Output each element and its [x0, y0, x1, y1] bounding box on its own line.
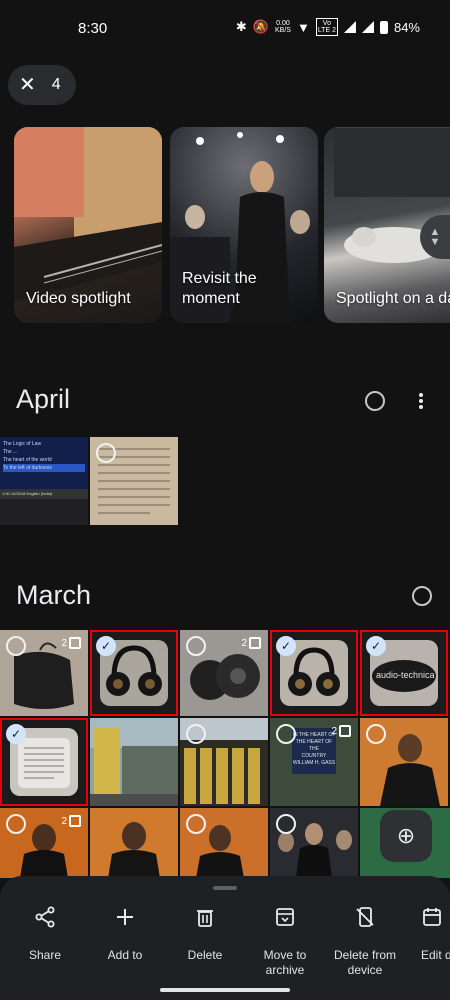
- stack-icon: [69, 637, 81, 649]
- select-checkbox[interactable]: [186, 814, 206, 834]
- add-to-button[interactable]: Add to: [85, 906, 165, 963]
- photo-tile[interactable]: IN THE HEART OF THE HEART OF THE COUNTRY WI…: [270, 718, 358, 806]
- action-label: Add to: [107, 948, 143, 962]
- checked-icon[interactable]: ✓: [6, 724, 26, 744]
- photo-tile-selected[interactable]: audio-technica ✓: [360, 630, 448, 716]
- section-title-april: April: [16, 384, 71, 414]
- section-title-march: March: [16, 580, 92, 610]
- stack-icon: [69, 815, 81, 827]
- photo-tile[interactable]: [90, 718, 178, 806]
- select-checkbox[interactable]: [276, 814, 296, 834]
- action-sheet: Share Add to Delete Move to archive Dele…: [0, 876, 450, 1000]
- close-icon[interactable]: ✕: [19, 75, 36, 95]
- memory-label: Revisit the moment: [182, 270, 257, 307]
- move-to-archive-button[interactable]: Move to archive: [245, 906, 325, 978]
- select-checkbox[interactable]: [6, 636, 26, 656]
- memory-label: Video spotlight: [26, 290, 131, 307]
- photo-tile[interactable]: [360, 718, 448, 806]
- bluetooth-icon: ✱: [235, 19, 247, 34]
- signal-icon-2: [362, 21, 374, 33]
- delete-from-device-button[interactable]: Delete from device: [325, 906, 405, 978]
- photo-tile[interactable]: [90, 437, 178, 525]
- calendar-icon: [421, 906, 450, 936]
- photo-tile[interactable]: [180, 718, 268, 806]
- home-indicator[interactable]: [160, 988, 290, 992]
- share-icon: [5, 906, 85, 936]
- photo-tile[interactable]: 2: [0, 808, 88, 878]
- share-button[interactable]: Share: [5, 906, 85, 963]
- selected-count: 4: [51, 76, 61, 93]
- chevron-down-icon: ▼: [429, 236, 441, 248]
- select-checkbox[interactable]: [366, 724, 386, 744]
- zoom-in-icon: ⊕: [396, 823, 416, 848]
- add-icon: [85, 906, 165, 936]
- phone-off-icon: [325, 906, 405, 936]
- checked-icon[interactable]: ✓: [276, 636, 296, 656]
- sim-badge: Vo LTE 2: [315, 18, 338, 36]
- drag-handle[interactable]: [213, 886, 237, 890]
- selection-chip[interactable]: ✕ 4: [8, 65, 76, 105]
- action-label: Delete: [187, 948, 223, 962]
- archive-icon: [245, 906, 325, 936]
- memory-label: Spotlight on a day: [336, 290, 450, 307]
- book-cover: IN THE HEART OF THE HEART OF THE COUNTRY WI…: [292, 728, 336, 774]
- trash-icon: [165, 906, 245, 936]
- battery-icon: [379, 20, 388, 34]
- memory-card-video-spotlight[interactable]: Video spotlight: [14, 127, 162, 323]
- photo-tile-selected[interactable]: ✓: [0, 718, 88, 806]
- zoom-button[interactable]: ⊕: [380, 810, 432, 862]
- stack-icon: [249, 637, 261, 649]
- mute-icon: 🔕: [252, 19, 269, 34]
- battery-percent: 84%: [393, 19, 420, 35]
- status-bar: 8:30 ✱ 🔕 0.00 KB/S ▼ Vo LTE 2 84%: [0, 0, 450, 56]
- signal-icon: [344, 21, 356, 33]
- select-april-checkbox[interactable]: [365, 391, 385, 411]
- photo-tile[interactable]: [180, 808, 268, 878]
- photo-tile[interactable]: 2: [180, 630, 268, 716]
- action-label: Share: [28, 948, 62, 962]
- action-label: Edit date and time: [421, 948, 450, 962]
- select-checkbox[interactable]: [186, 724, 206, 744]
- stack-badge: 2: [241, 637, 261, 649]
- street-photo: [90, 718, 178, 806]
- memory-card-revisit[interactable]: Revisit the moment: [170, 127, 318, 323]
- photo-tile-selected[interactable]: ✓: [90, 630, 178, 716]
- checked-icon[interactable]: ✓: [96, 636, 116, 656]
- action-label: Delete from device: [333, 948, 397, 977]
- delete-button[interactable]: Delete: [165, 906, 245, 963]
- brand-text: audio-technica: [376, 670, 435, 680]
- photo-tile[interactable]: 2: [0, 630, 88, 716]
- status-icons: ✱ 🔕 0.00 KB/S ▼ Vo LTE 2 84%: [236, 18, 420, 36]
- status-time: 8:30: [78, 20, 108, 37]
- select-march-checkbox[interactable]: [412, 586, 432, 606]
- stack-badge: 2: [331, 725, 351, 737]
- memories-carousel[interactable]: Video spotlight Revisit the moment Spotl…: [14, 127, 450, 323]
- net-speed: 0.00 KB/S: [274, 20, 291, 34]
- wifi-icon: ▼: [296, 19, 310, 35]
- select-checkbox[interactable]: [6, 814, 26, 834]
- select-checkbox[interactable]: [186, 636, 206, 656]
- edit-date-time-button[interactable]: Edit date and time: [405, 906, 450, 963]
- stack-badge: 2: [61, 637, 81, 649]
- photo-tile-selected[interactable]: ✓: [270, 630, 358, 716]
- photo-tile[interactable]: The Logic of Law The ... The heart of th…: [0, 437, 88, 525]
- stack-badge: 2: [61, 815, 81, 827]
- checked-icon[interactable]: ✓: [366, 636, 386, 656]
- ceremony-photo: [108, 822, 160, 878]
- select-checkbox[interactable]: [276, 724, 296, 744]
- action-label: Move to archive: [263, 948, 307, 977]
- select-checkbox[interactable]: [96, 443, 116, 463]
- more-options-icon[interactable]: [419, 393, 423, 409]
- photo-tile[interactable]: [270, 808, 358, 878]
- photo-tile[interactable]: [90, 808, 178, 878]
- stack-icon: [339, 725, 351, 737]
